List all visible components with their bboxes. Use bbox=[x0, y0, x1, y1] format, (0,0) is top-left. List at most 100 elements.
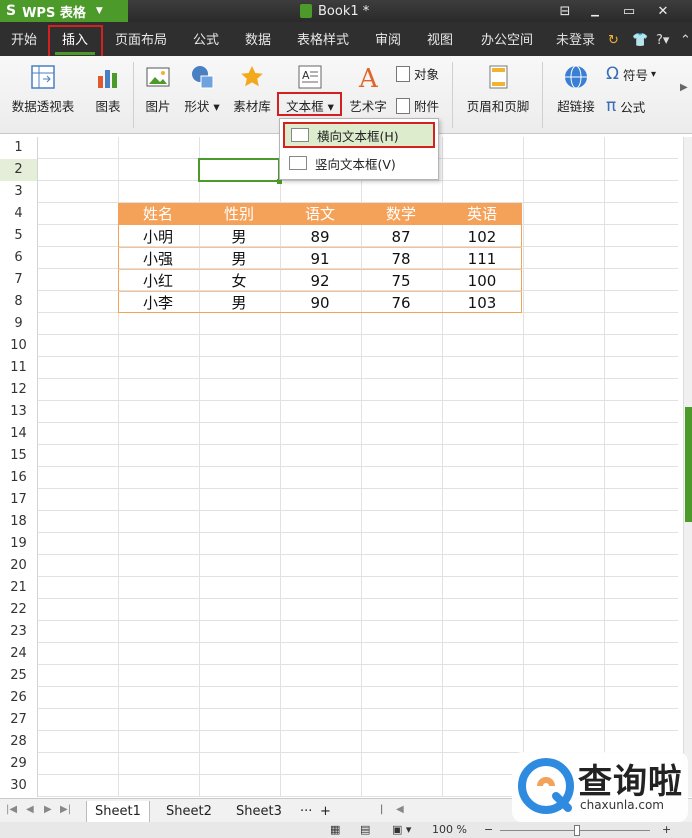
row-header[interactable]: 8 bbox=[0, 291, 38, 313]
row-header[interactable]: 14 bbox=[0, 423, 38, 445]
row-header[interactable]: 12 bbox=[0, 379, 38, 401]
help-button[interactable]: ?▾ bbox=[656, 22, 669, 56]
selected-cell[interactable] bbox=[198, 158, 282, 184]
row-header[interactable]: 9 bbox=[0, 313, 38, 335]
row-header[interactable]: 29 bbox=[0, 753, 38, 775]
sheet-tab-sheet3[interactable]: Sheet3 bbox=[228, 801, 290, 823]
page-break-view-icon[interactable]: ▤ bbox=[360, 822, 370, 838]
row-header[interactable]: 22 bbox=[0, 599, 38, 621]
table-cell[interactable]: 75 bbox=[361, 270, 441, 292]
row-header[interactable]: 23 bbox=[0, 621, 38, 643]
sync-icon[interactable]: ↻ bbox=[608, 22, 619, 56]
table-cell[interactable]: 87 bbox=[361, 226, 441, 248]
row-header[interactable]: 10 bbox=[0, 335, 38, 357]
table-cell[interactable]: 102 bbox=[442, 226, 522, 248]
minimize-button[interactable]: ▁ bbox=[580, 0, 610, 22]
row-header[interactable]: 19 bbox=[0, 533, 38, 555]
table-cell[interactable]: 小李 bbox=[118, 292, 198, 314]
tab-table-style[interactable]: 表格样式 bbox=[292, 22, 354, 56]
tab-data[interactable]: 数据 bbox=[238, 22, 278, 56]
add-sheet-button[interactable]: + bbox=[312, 801, 339, 823]
table-cell[interactable]: 100 bbox=[442, 270, 522, 292]
zoom-in-button[interactable]: + bbox=[662, 822, 671, 838]
app-menu-button[interactable]: S WPS 表格 ▼ bbox=[0, 0, 128, 22]
equation-button[interactable]: π 公式 bbox=[606, 96, 645, 116]
table-header-cell[interactable]: 性别 bbox=[199, 203, 279, 225]
tab-page-layout[interactable]: 页面布局 bbox=[110, 22, 172, 56]
tab-formulas[interactable]: 公式 bbox=[186, 22, 226, 56]
row-header[interactable]: 3 bbox=[0, 181, 38, 203]
reading-view-icon[interactable]: ▣ ▾ bbox=[392, 822, 411, 838]
hyperlink-button[interactable]: 超链接 bbox=[552, 64, 600, 115]
skin-icon[interactable]: ⊟ bbox=[550, 0, 580, 22]
sheet-tab-sheet2[interactable]: Sheet2 bbox=[158, 801, 220, 823]
row-header[interactable]: 17 bbox=[0, 489, 38, 511]
sheet-tab-sheet1[interactable]: Sheet1 bbox=[86, 801, 150, 823]
tab-office-space[interactable]: 办公空间 bbox=[474, 22, 540, 56]
row-header[interactable]: 11 bbox=[0, 357, 38, 379]
maximize-button[interactable]: ▭ bbox=[614, 0, 644, 22]
zoom-slider-thumb[interactable] bbox=[574, 825, 580, 836]
row-header[interactable]: 7 bbox=[0, 269, 38, 291]
collapse-ribbon-icon[interactable]: ⌃ bbox=[680, 22, 691, 56]
table-cell[interactable]: 76 bbox=[361, 292, 441, 314]
spreadsheet-grid[interactable]: 1 2 3 4 5 6 7 8 9 10 11 12 13 14 15 16 17 18 19 20 21 22 23 24 2… bbox=[0, 137, 682, 797]
table-cell[interactable]: 小明 bbox=[118, 226, 198, 248]
row-header[interactable]: 15 bbox=[0, 445, 38, 467]
row-header[interactable]: 16 bbox=[0, 467, 38, 489]
shirt-icon[interactable]: 👕 bbox=[632, 22, 648, 56]
tab-home[interactable]: 开始 bbox=[4, 22, 44, 56]
row-header[interactable]: 27 bbox=[0, 709, 38, 731]
table-cell[interactable]: 111 bbox=[442, 248, 522, 270]
table-cell[interactable]: 89 bbox=[280, 226, 360, 248]
ribbon-scroll-right-icon[interactable]: ▶ bbox=[680, 82, 688, 93]
row-header[interactable]: 28 bbox=[0, 731, 38, 753]
row-header[interactable]: 24 bbox=[0, 643, 38, 665]
material-library-button[interactable]: 素材库 bbox=[230, 64, 274, 115]
normal-view-icon[interactable]: ▦ bbox=[330, 822, 340, 838]
hscroll-left-icon[interactable]: ◀ bbox=[396, 804, 404, 815]
table-cell[interactable]: 男 bbox=[199, 226, 279, 248]
table-cell[interactable]: 男 bbox=[199, 248, 279, 270]
row-header[interactable]: 6 bbox=[0, 247, 38, 269]
table-cell[interactable]: 103 bbox=[442, 292, 522, 314]
table-cell[interactable]: 78 bbox=[361, 248, 441, 270]
table-cell[interactable]: 女 bbox=[199, 270, 279, 292]
tab-view[interactable]: 视图 bbox=[420, 22, 460, 56]
row-header[interactable]: 4 bbox=[0, 203, 38, 225]
row-header[interactable]: 2 bbox=[0, 159, 38, 181]
row-header[interactable]: 25 bbox=[0, 665, 38, 687]
tab-review[interactable]: 审阅 bbox=[368, 22, 408, 56]
next-sheet-icon[interactable]: ▶ bbox=[44, 804, 52, 815]
row-header[interactable]: 13 bbox=[0, 401, 38, 423]
wordart-button[interactable]: A 艺术字 bbox=[346, 64, 390, 115]
table-cell[interactable]: 小红 bbox=[118, 270, 198, 292]
first-sheet-icon[interactable]: |◀ bbox=[6, 804, 17, 815]
row-header[interactable]: 20 bbox=[0, 555, 38, 577]
row-header[interactable]: 5 bbox=[0, 225, 38, 247]
login-link[interactable]: 未登录 bbox=[556, 22, 595, 56]
picture-button[interactable]: 图片 bbox=[140, 64, 176, 115]
row-header[interactable]: 18 bbox=[0, 511, 38, 533]
object-button[interactable]: 对象 bbox=[396, 64, 439, 83]
zoom-out-button[interactable]: − bbox=[484, 822, 493, 838]
table-cell[interactable]: 92 bbox=[280, 270, 360, 292]
table-cell[interactable]: 91 bbox=[280, 248, 360, 270]
pivot-table-button[interactable]: 数据透视表 bbox=[8, 64, 78, 115]
table-header-cell[interactable]: 英语 bbox=[442, 203, 522, 225]
vertical-scrollbar[interactable] bbox=[683, 137, 692, 797]
attachment-button[interactable]: 附件 bbox=[396, 96, 439, 115]
row-header[interactable]: 1 bbox=[0, 137, 38, 159]
table-cell[interactable]: 90 bbox=[280, 292, 360, 314]
table-header-cell[interactable]: 数学 bbox=[361, 203, 441, 225]
row-header[interactable]: 21 bbox=[0, 577, 38, 599]
horizontal-textbox-item[interactable]: 横向文本框(H) bbox=[283, 122, 435, 148]
table-cell[interactable]: 男 bbox=[199, 292, 279, 314]
header-footer-button[interactable]: 页眉和页脚 bbox=[460, 64, 536, 115]
symbol-button[interactable]: Ω 符号 ▾ bbox=[606, 64, 656, 84]
table-cell[interactable]: 小强 bbox=[118, 248, 198, 270]
prev-sheet-icon[interactable]: ◀ bbox=[26, 804, 34, 815]
table-header-cell[interactable]: 语文 bbox=[280, 203, 360, 225]
row-header[interactable]: 26 bbox=[0, 687, 38, 709]
scrollbar-thumb[interactable] bbox=[685, 407, 692, 522]
